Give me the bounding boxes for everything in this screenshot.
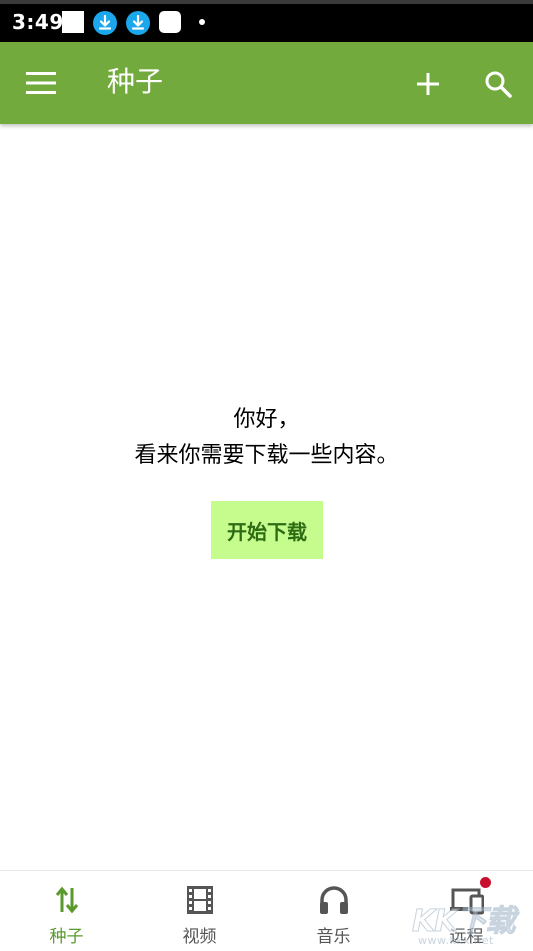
status-bar-edge (0, 0, 533, 4)
watermark-url: www.kkx.net (418, 934, 494, 947)
nav-item-music[interactable]: 音乐 (267, 871, 400, 951)
start-download-button[interactable]: 开始下载 (211, 501, 323, 559)
status-time: 3:49 (12, 10, 64, 34)
download-icon (93, 11, 117, 39)
nav-label: 音乐 (316, 927, 351, 947)
search-button[interactable] (478, 64, 518, 104)
status-bar: 3:49 (0, 0, 533, 42)
empty-state: 你好， 看来你需要下载一些内容。 (0, 404, 533, 472)
add-icon (417, 73, 439, 95)
notification-square-icon (62, 11, 84, 33)
watermark: KK下载 www.kkx.net (412, 896, 530, 948)
download-icon (126, 11, 150, 39)
add-button[interactable] (408, 64, 448, 104)
menu-button[interactable] (20, 64, 62, 102)
headphones-icon (319, 885, 349, 919)
nav-item-torrents[interactable]: 种子 (0, 871, 133, 951)
app-bar: 种子 (0, 42, 533, 124)
nav-label: 种子 (49, 927, 84, 947)
more-dot-icon (199, 19, 205, 25)
film-icon (186, 885, 213, 919)
transfer-arrows-icon (54, 885, 80, 919)
search-icon (485, 71, 512, 98)
empty-message: 看来你需要下载一些内容。 (134, 443, 399, 468)
empty-greeting: 你好， (233, 407, 300, 432)
app-notification-icon (159, 11, 181, 33)
nav-item-video[interactable]: 视频 (133, 871, 266, 951)
nav-label: 视频 (182, 927, 217, 947)
menu-icon (26, 72, 56, 94)
notification-badge (479, 876, 492, 889)
page-title: 种子 (107, 65, 164, 98)
